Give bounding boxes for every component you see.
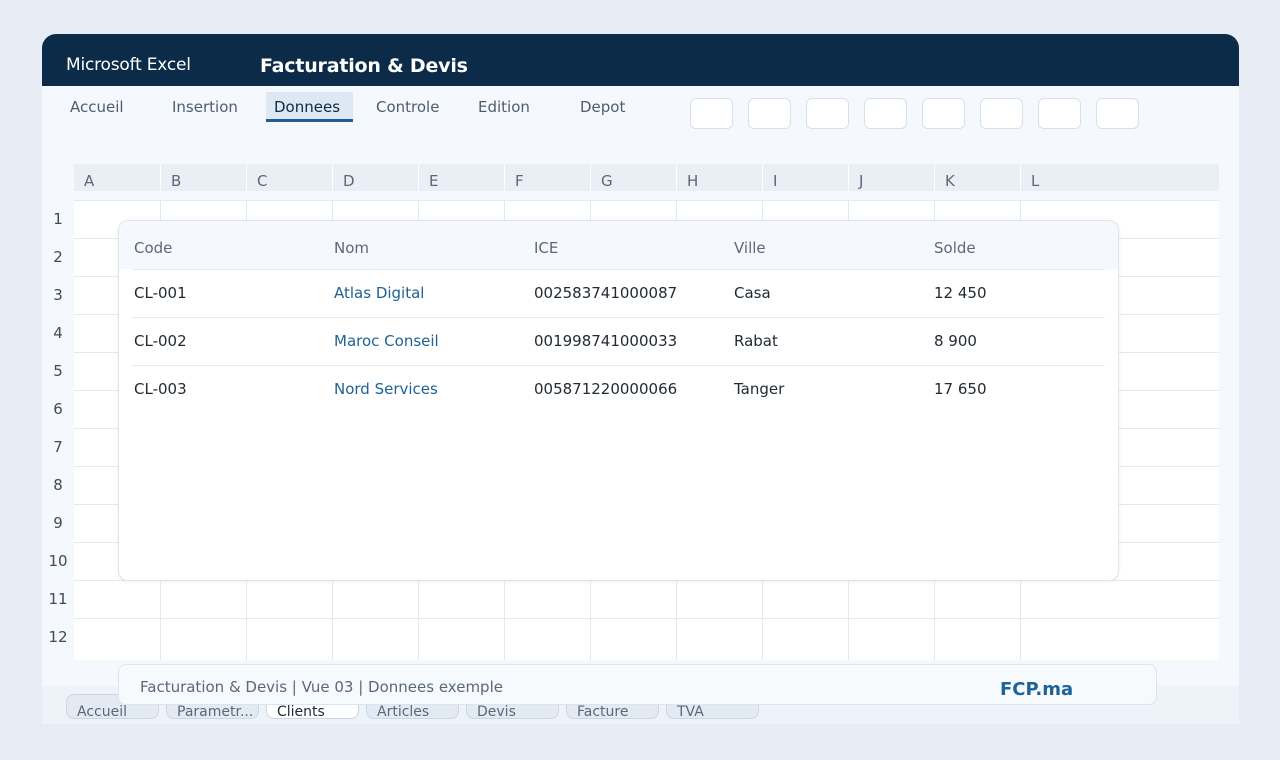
ribbon-tab-controle[interactable]: Controle — [368, 92, 447, 122]
ribbon-tab-depot[interactable]: Depot — [572, 92, 633, 122]
column-header-a[interactable]: A — [74, 164, 94, 191]
table-row[interactable]: CL-003 Nord Services 005871220000066 Tan… — [132, 365, 1105, 413]
ribbon-button-3[interactable] — [806, 98, 849, 129]
column-header-l[interactable]: L — [1020, 164, 1039, 191]
header-ville: Ville — [734, 239, 766, 257]
row-header-12[interactable]: 12 — [42, 628, 74, 646]
column-header-g[interactable]: G — [590, 164, 613, 191]
ribbon-tab-accueil[interactable]: Accueil — [62, 92, 132, 122]
ribbon-button-1[interactable] — [690, 98, 733, 129]
row-header-6[interactable]: 6 — [42, 400, 74, 418]
column-header-k[interactable]: K — [934, 164, 955, 191]
clients-table-panel: Code Nom ICE Ville Solde CL-001 Atlas Di… — [118, 220, 1119, 581]
cell-solde: 17 650 — [934, 380, 987, 398]
cell-ville: Rabat — [734, 332, 778, 350]
cell-ville: Tanger — [734, 380, 785, 398]
cell-nom-link[interactable]: Maroc Conseil — [334, 332, 439, 350]
column-header-d[interactable]: D — [332, 164, 355, 191]
row-header-2[interactable]: 2 — [42, 248, 74, 266]
row-header-9[interactable]: 9 — [42, 514, 74, 532]
column-headers: A B C D E F G H I J K L — [74, 164, 1219, 191]
row-header-4[interactable]: 4 — [42, 324, 74, 342]
cell-solde: 12 450 — [934, 284, 987, 302]
ribbon-button-6[interactable] — [980, 98, 1023, 129]
cell-nom-link[interactable]: Atlas Digital — [334, 284, 424, 302]
ribbon-button-2[interactable] — [748, 98, 791, 129]
footer-text: Facturation & Devis | Vue 03 | Donnees e… — [140, 678, 503, 696]
header-nom: Nom — [334, 239, 370, 257]
brand-logo: FCP.ma — [1000, 679, 1074, 700]
cell-solde: 8 900 — [934, 332, 977, 350]
cell-code: CL-001 — [134, 284, 187, 302]
app-name: Microsoft Excel — [66, 55, 191, 75]
column-header-h[interactable]: H — [676, 164, 698, 191]
table-row[interactable]: CL-001 Atlas Digital 002583741000087 Cas… — [132, 269, 1105, 317]
ribbon-button-7[interactable] — [1038, 98, 1081, 129]
header-solde: Solde — [934, 239, 976, 257]
column-header-j[interactable]: J — [848, 164, 863, 191]
row-header-10[interactable]: 10 — [42, 552, 74, 570]
cell-ice: 002583741000087 — [534, 284, 678, 302]
header-ice: ICE — [534, 239, 559, 257]
cell-code: CL-002 — [134, 332, 187, 350]
footer-bar: Facturation & Devis | Vue 03 | Donnees e… — [118, 664, 1157, 705]
header-code: Code — [134, 239, 173, 257]
row-header-7[interactable]: 7 — [42, 438, 74, 456]
table-row[interactable]: CL-002 Maroc Conseil 001998741000033 Rab… — [132, 317, 1105, 365]
cell-ville: Casa — [734, 284, 771, 302]
column-header-c[interactable]: C — [246, 164, 267, 191]
title-bar: Microsoft Excel Facturation & Devis — [42, 34, 1239, 86]
row-header-3[interactable]: 3 — [42, 286, 74, 304]
ribbon-button-8[interactable] — [1096, 98, 1139, 129]
ribbon-tab-edition[interactable]: Edition — [470, 92, 538, 122]
ribbon-button-5[interactable] — [922, 98, 965, 129]
cell-code: CL-003 — [134, 380, 187, 398]
ribbon: Accueil Insertion Donnees Controle Editi… — [42, 86, 1239, 142]
row-header-8[interactable]: 8 — [42, 476, 74, 494]
row-header-1[interactable]: 1 — [42, 210, 74, 228]
column-header-b[interactable]: B — [160, 164, 181, 191]
ribbon-tab-insertion[interactable]: Insertion — [164, 92, 246, 122]
column-header-f[interactable]: F — [504, 164, 524, 191]
document-title: Facturation & Devis — [260, 55, 468, 77]
cell-ice: 005871220000066 — [534, 380, 678, 398]
table-header: Code Nom ICE Ville Solde — [119, 221, 1118, 269]
cell-nom-link[interactable]: Nord Services — [334, 380, 438, 398]
cell-ice: 001998741000033 — [534, 332, 678, 350]
ribbon-button-4[interactable] — [864, 98, 907, 129]
column-header-i[interactable]: I — [762, 164, 777, 191]
row-header-11[interactable]: 11 — [42, 590, 74, 608]
ribbon-tab-donnees[interactable]: Donnees — [266, 92, 353, 122]
column-header-e[interactable]: E — [418, 164, 438, 191]
row-header-5[interactable]: 5 — [42, 362, 74, 380]
